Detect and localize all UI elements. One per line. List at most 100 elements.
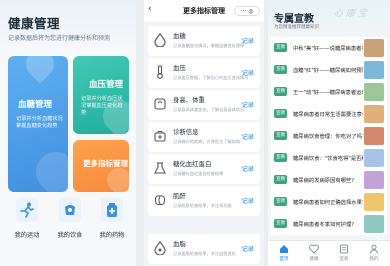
article-tag: 宣教 [274,197,288,206]
drop-decor-icon [20,56,60,84]
tab-label: 宣教 [339,257,349,262]
article-tag: 宣教 [274,87,288,96]
article-thumbnail [364,127,384,145]
shortcut-diet[interactable]: 我的饮食 [50,198,90,239]
runner-icon [16,198,38,222]
book-icon [339,244,349,254]
screen-header: 健康管理 记录数据后将为您进行健康分析和预测 [0,0,136,52]
shortcut-medicine[interactable]: 我的药物 [92,198,132,239]
article-title: 血糖"红"好——糖尿病如何预防并发… [293,68,363,74]
bottom-tab-bar: 首页 健康 宣教 我的 [268,240,390,266]
drop-icon [152,32,168,48]
health-management-screen: 健康管理 记录数据后将为您进行健康分析和预测 血糖管理 记录并分析血糖状况掌握血… [0,0,136,266]
article-item[interactable]: 宣教 中秋"美"好——说糖尿病患者中秋… [271,37,387,59]
article-thumbnail [364,61,384,79]
article-tag: 宣教 [274,175,288,184]
article-thumbnail [364,39,384,57]
home-icon [279,244,289,254]
health-education-screen: 专属宣教 为您精准推荐健康知识 心 康 宝 宣教 中秋"美"好——说糖尿病患者中… [268,0,390,266]
item-desc: 记录血糖变化情况，掌握血糖变化规律 [173,43,245,48]
list-item[interactable]: 诊断信息 记录确诊的疾病，方便医生了解病情 记录 [148,122,260,152]
tab-mine[interactable]: 我的 [362,244,386,262]
list-item[interactable]: 血脂 记录血脂检查结果，关注血脂变化 记录 [148,234,260,264]
tab-label: 我的 [369,257,379,262]
record-button[interactable]: 记录 [242,100,254,109]
page-subtitle: 记录数据后将为您进行健康分析和预测 [8,35,111,42]
drop-decor-icon [27,143,68,192]
nav-bar: ‹ 更多指标管理 ··· ◎ [144,0,264,22]
mini-program-capsule[interactable]: ··· ◎ [234,6,260,16]
tab-education[interactable]: 宣教 [332,244,356,262]
lipid-icon [152,240,168,256]
record-button[interactable]: 记录 [242,244,254,253]
record-button[interactable]: 记录 [242,68,254,77]
more-indicators-card[interactable]: 更多指标管理 [73,140,129,192]
record-button[interactable]: 记录 [242,164,254,173]
article-title: 糖尿病患者冬季如何护理？ [293,222,357,228]
list-item[interactable]: 血压 记录血压数据，了解自己的血压变化情况 记录 [148,58,260,88]
article-tag: 宣教 [274,43,288,52]
page-subtitle: 为您精准推荐健康知识 [274,25,319,30]
article-tag: 宣教 [274,219,288,228]
page-title: 专属宣教 [274,14,314,25]
article-item[interactable]: 宣教 糖尿病患者冬季如何护理？ [271,213,387,235]
article-title: 糖尿病饮食管理：你吃对了吗？ [293,134,363,140]
article-item[interactable]: 宣教 糖尿病饮食管理：你吃对了吗？ [271,125,387,147]
page-title: 健康管理 [8,16,61,31]
list-item[interactable]: 肌酐 记录肌酐检查结果，关注肾功能 记录 [148,186,260,216]
article-title: 糖尿病患者如何正确选择水果？ [293,200,363,206]
article-item[interactable]: 宣教 糖尿病的发病原因有哪些？ [271,169,387,191]
list-item[interactable]: 血糖 记录血糖变化情况，掌握血糖变化规律 记录 [148,26,260,56]
tab-home[interactable]: 首页 [272,244,296,262]
list-item[interactable]: 身高、体重 记录身高体重变化，了解自身身体状况 记录 [148,90,260,120]
medical-kit-icon [152,128,168,144]
more-indicators-screen: ‹ 更多指标管理 ··· ◎ 血糖 记录血糖变化情况，掌握血糖变化规律 记录 血… [144,0,264,266]
lab-icon [152,160,168,176]
item-name: 血糖 [173,32,186,40]
tab-health[interactable]: 健康 [302,244,326,262]
article-item[interactable]: 宣教 糖尿病饮食："饮食吃得"是否科学？ [271,147,387,169]
scale-icon [152,96,168,112]
food-icon [59,198,81,222]
card-desc: 记录并分析血压状况掌握血压变化趋势 [81,96,123,116]
item-desc: 记录身高体重变化，了解自身身体状况 [173,107,245,112]
shortcut-exercise[interactable]: 我的运动 [7,198,47,239]
article-thumbnail [364,149,384,167]
record-button[interactable]: 记录 [242,196,254,205]
blood-pressure-card[interactable]: 血压管理 记录并分析血压状况掌握血压变化趋势 [73,56,129,134]
article-tag: 宣教 [274,65,288,74]
calligraphy-decor: 心 康 宝 [334,9,367,19]
blood-sugar-card[interactable]: 血糖管理 记录并分析血糖状况掌握血糖变化趋势 [8,56,68,192]
thermometer-icon [152,64,168,80]
tab-label: 首页 [279,257,289,262]
item-name: 糖化血红蛋白 [173,160,212,168]
article-item[interactable]: 宣教 血糖"红"好——糖尿病如何预防并发… [271,59,387,81]
heart-icon [309,244,319,254]
article-title: 糖尿病饮食："饮食吃得"是否科学？ [293,156,363,162]
card-title: 更多指标管理 [83,159,128,168]
item-name: 血压 [173,64,186,72]
shortcut-grid: 我的运动 我的饮食 我的药物 [0,198,136,258]
record-button[interactable]: 记录 [242,36,254,45]
article-item[interactable]: 宣教 王一"动"好——糖尿病患者运动指南 [271,81,387,103]
item-desc: 记录糖化血红蛋白检查结果 [173,171,224,176]
article-thumbnail [364,83,384,101]
article-thumbnail [364,215,384,233]
kidney-icon [152,192,168,208]
record-button[interactable]: 记录 [242,132,254,141]
item-name: 诊断信息 [173,128,199,136]
shortcut-label: 我的药物 [99,232,125,239]
card-title: 血糖管理 [18,100,53,110]
article-title: 糖尿病的发病原因有哪些？ [293,178,357,184]
article-thumbnail [364,171,384,189]
article-tag: 宣教 [274,131,288,140]
article-item[interactable]: 宣教 糖尿病患者日常生活需要注意什么？ [271,103,387,125]
article-thumbnail [364,193,384,211]
item-desc: 记录血压数据，了解自己的血压变化情况 [173,75,249,80]
item-desc: 记录肌酐检查结果，关注肾功能 [173,203,232,208]
article-title: 糖尿病患者日常生活需要注意什么？ [293,112,363,118]
article-tag: 宣教 [274,153,288,162]
list-item[interactable]: 糖化血红蛋白 记录糖化血红蛋白检查结果 记录 [148,154,260,184]
item-name: 血脂 [173,240,186,248]
article-item[interactable]: 宣教 糖尿病患者如何正确选择水果？ [271,191,387,213]
